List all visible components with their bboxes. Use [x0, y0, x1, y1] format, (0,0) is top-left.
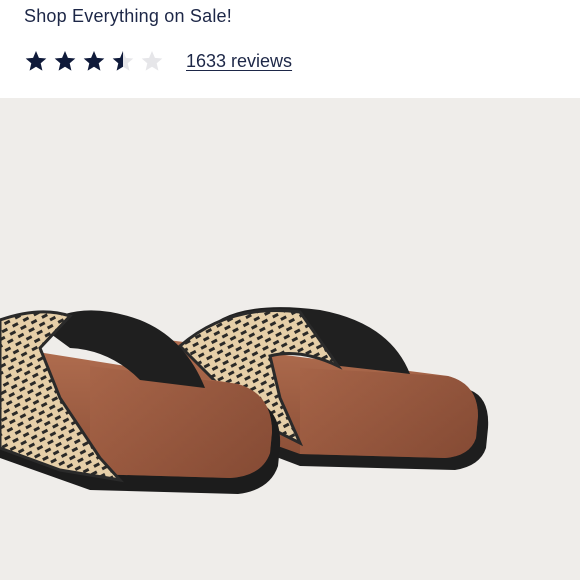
reviews-link[interactable]: 1633 reviews: [186, 51, 292, 72]
star-empty-icon: [141, 51, 163, 71]
product-image: [0, 98, 580, 580]
sale-promo-link[interactable]: Shop Everything on Sale!: [24, 6, 232, 27]
star-half-icon: [112, 51, 134, 71]
rating-row: 1633 reviews: [24, 48, 292, 74]
star-rating: [24, 49, 169, 73]
sandal-image: [0, 307, 489, 494]
star-filled-icon: [83, 51, 105, 71]
star-filled-icon: [25, 51, 47, 71]
star-filled-icon: [54, 51, 76, 71]
